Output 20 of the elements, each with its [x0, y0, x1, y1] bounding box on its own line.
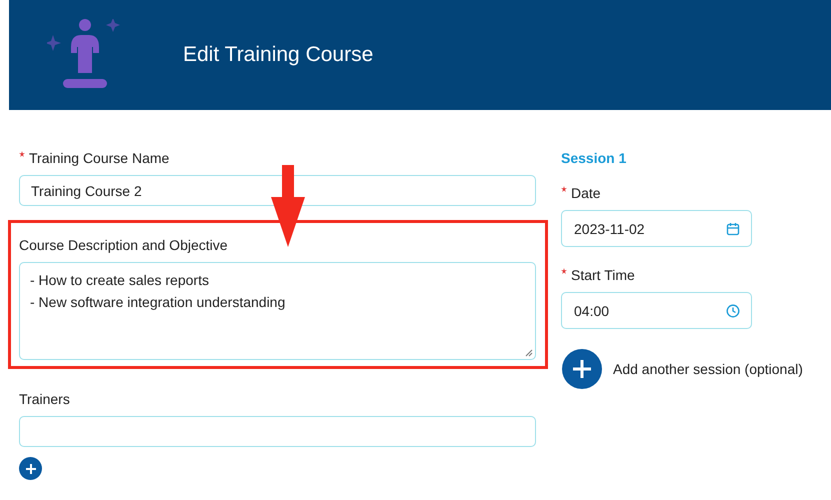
field-label: Training Course Name	[29, 150, 170, 166]
input-field[interactable]	[19, 416, 536, 447]
field-label: Course Description and Objective	[19, 237, 228, 253]
field-label: Start Time	[571, 267, 635, 283]
add-session-button[interactable]	[562, 349, 602, 389]
add-button[interactable]	[19, 457, 42, 480]
field-label: Date	[571, 185, 601, 201]
time-field[interactable]: 04:00	[561, 292, 752, 329]
resize-handle-icon[interactable]	[525, 349, 533, 357]
text-area[interactable]: - How to create sales reports - New software integration understanding	[19, 262, 536, 360]
session-title: Session 1	[561, 150, 628, 166]
add-session-label: Add another session (optional)	[613, 361, 803, 377]
page-title: Edit Training Course	[183, 43, 374, 67]
calendar-icon[interactable]	[726, 222, 740, 236]
plus-icon	[571, 358, 593, 380]
date-field[interactable]: 2023-11-02	[561, 210, 752, 247]
input-field[interactable]: Training Course 2	[19, 175, 536, 206]
field-label: Trainers	[19, 391, 70, 407]
clock-icon[interactable]	[726, 304, 740, 318]
plus-icon	[24, 462, 36, 474]
